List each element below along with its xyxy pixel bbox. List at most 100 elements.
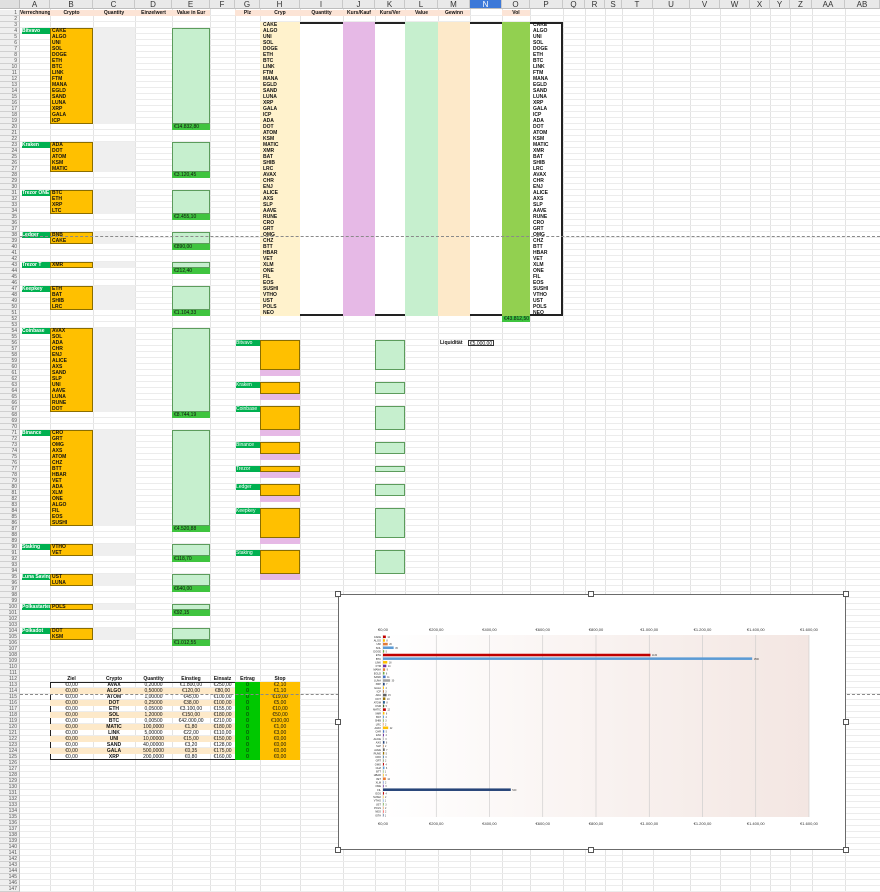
mid-section-label[interactable]: Coinbase xyxy=(236,406,260,412)
liquidity-total[interactable]: €43.812,50 xyxy=(502,316,530,322)
crypto-cell[interactable]: CAKE xyxy=(52,238,90,244)
mid-section-label[interactable]: Bitvavo xyxy=(236,340,260,346)
bar-xlm[interactable] xyxy=(383,781,384,784)
column-header-o[interactable]: O xyxy=(502,0,530,9)
crypto-cell[interactable]: KSM xyxy=(52,634,90,640)
bar-gala[interactable] xyxy=(383,686,384,690)
crypto-cell[interactable]: LUNA xyxy=(52,580,90,586)
section-total[interactable]: €14.832,80 xyxy=(172,124,210,130)
crypto-cell[interactable]: SUSHI xyxy=(52,520,90,526)
bar-hbar[interactable] xyxy=(383,773,384,777)
liquidity-value[interactable]: €5.000,00 xyxy=(468,340,494,346)
column-header-f[interactable]: F xyxy=(210,0,235,9)
chart-resize-handle[interactable] xyxy=(335,847,341,853)
chart-resize-handle[interactable] xyxy=(335,719,341,725)
mid-section-label[interactable]: Keepkey xyxy=(236,508,260,514)
crypto-cell[interactable]: VET xyxy=(52,550,90,556)
header-cell[interactable]: Vol xyxy=(502,10,530,16)
bar-rune[interactable] xyxy=(383,752,385,755)
bar-omg[interactable] xyxy=(383,762,384,766)
bar-vtho[interactable] xyxy=(383,799,384,802)
bar-avax[interactable] xyxy=(383,726,389,730)
column-header-w[interactable]: W xyxy=(720,0,750,9)
bar-ksm[interactable] xyxy=(383,704,385,708)
select-all-corner[interactable] xyxy=(0,0,20,9)
bottom-table-cell[interactable]: €160,00 xyxy=(210,754,235,760)
bar-icp[interactable] xyxy=(383,690,384,693)
mid-section-label[interactable]: Kraken xyxy=(236,382,260,388)
bar-cake[interactable] xyxy=(383,635,386,639)
bar-matic[interactable] xyxy=(383,708,386,711)
section-label[interactable]: Keepkey xyxy=(22,286,52,292)
section-total[interactable]: €8.744,19 xyxy=(172,412,210,418)
bar-grt[interactable] xyxy=(383,759,384,762)
column-header-d[interactable]: D xyxy=(135,0,172,9)
bottom-table-cell[interactable]: €0,80 xyxy=(172,754,210,760)
column-header-l[interactable]: L xyxy=(405,0,438,9)
section-label[interactable]: Trezor T xyxy=(22,262,52,268)
section-total[interactable]: €2.455,10 xyxy=(172,214,210,220)
column-header-s[interactable]: S xyxy=(605,0,622,9)
bar-xmr[interactable] xyxy=(383,711,385,715)
column-header-t[interactable]: T xyxy=(622,0,653,9)
bar-mana[interactable] xyxy=(383,668,386,671)
header-cell[interactable]: Gewinn xyxy=(438,10,470,16)
crypto-cell[interactable]: POLS xyxy=(52,604,90,610)
chart-resize-handle[interactable] xyxy=(843,847,849,853)
column-header-n[interactable]: N xyxy=(470,0,502,9)
column-header-r[interactable]: R xyxy=(585,0,605,9)
section-total[interactable]: €3.120,45 xyxy=(172,172,210,178)
column-header-m[interactable]: M xyxy=(438,0,470,9)
bar-ftm[interactable] xyxy=(383,664,387,668)
bar-enj[interactable] xyxy=(383,733,384,737)
bar-algo[interactable] xyxy=(383,639,385,642)
bar-eos[interactable] xyxy=(383,792,384,795)
section-label[interactable]: Polkadot xyxy=(22,628,52,634)
bar-slp[interactable] xyxy=(383,744,384,748)
bar-pols[interactable] xyxy=(383,806,384,810)
section-label[interactable]: Staking xyxy=(22,544,52,550)
mid-section-label[interactable]: Staking xyxy=(236,550,260,556)
mid-section-label[interactable]: Binance xyxy=(236,442,260,448)
bar-sand[interactable] xyxy=(383,675,386,679)
crypto-cell[interactable]: XMR xyxy=(52,262,90,268)
section-total[interactable]: €92,15 xyxy=(172,610,210,616)
column-header-x[interactable]: X xyxy=(750,0,770,9)
bar-luna[interactable] xyxy=(383,679,391,682)
header-cell[interactable]: Crypto xyxy=(50,10,93,16)
crypto-cell[interactable]: LTC xyxy=(52,208,90,214)
bar-aave[interactable] xyxy=(383,748,385,751)
column-header-q[interactable]: Q xyxy=(563,0,585,9)
chart-resize-handle[interactable] xyxy=(588,591,594,597)
bar-ust[interactable] xyxy=(383,802,384,806)
column-header-j[interactable]: J xyxy=(343,0,375,9)
section-total[interactable]: €4.520,88 xyxy=(172,526,210,532)
bottom-table-cell[interactable]: €0,00 xyxy=(260,754,300,760)
bar-atom[interactable] xyxy=(383,701,385,704)
bar-dot[interactable] xyxy=(383,697,386,700)
mid-crypto-cell[interactable]: NEO xyxy=(263,310,299,316)
section-label[interactable]: Binance xyxy=(22,430,52,436)
bar-vet[interactable] xyxy=(383,777,386,781)
column-header-g[interactable]: G xyxy=(235,0,260,9)
mid-crypto-cell-right[interactable]: NEO xyxy=(533,310,561,316)
bar-one[interactable] xyxy=(383,784,384,788)
section-total[interactable]: €118,70 xyxy=(172,556,210,562)
section-total[interactable]: €640,00 xyxy=(172,586,210,592)
section-label[interactable]: Kraken xyxy=(22,142,52,148)
crypto-cell[interactable]: LRC xyxy=(52,304,90,310)
bar-btt[interactable] xyxy=(383,770,384,773)
header-cell[interactable]: Quantity xyxy=(300,10,343,16)
header-cell[interactable]: Quantity xyxy=(93,10,135,16)
header-cell[interactable]: Kurs/Kauf xyxy=(343,10,375,16)
column-header-z[interactable]: Z xyxy=(790,0,812,9)
crypto-cell[interactable]: ICP xyxy=(52,118,90,124)
bar-uni[interactable] xyxy=(383,642,388,646)
section-total[interactable]: €1.012,55 xyxy=(172,640,210,646)
header-cell[interactable]: Verrechnung xyxy=(20,10,50,16)
column-header-a[interactable]: A xyxy=(20,0,50,9)
bar-chz[interactable] xyxy=(383,766,385,770)
section-label[interactable]: Bitvavo xyxy=(22,28,52,34)
section-total[interactable]: €212,40 xyxy=(172,268,210,274)
header-cell[interactable]: Kurs/Ver xyxy=(375,10,405,16)
